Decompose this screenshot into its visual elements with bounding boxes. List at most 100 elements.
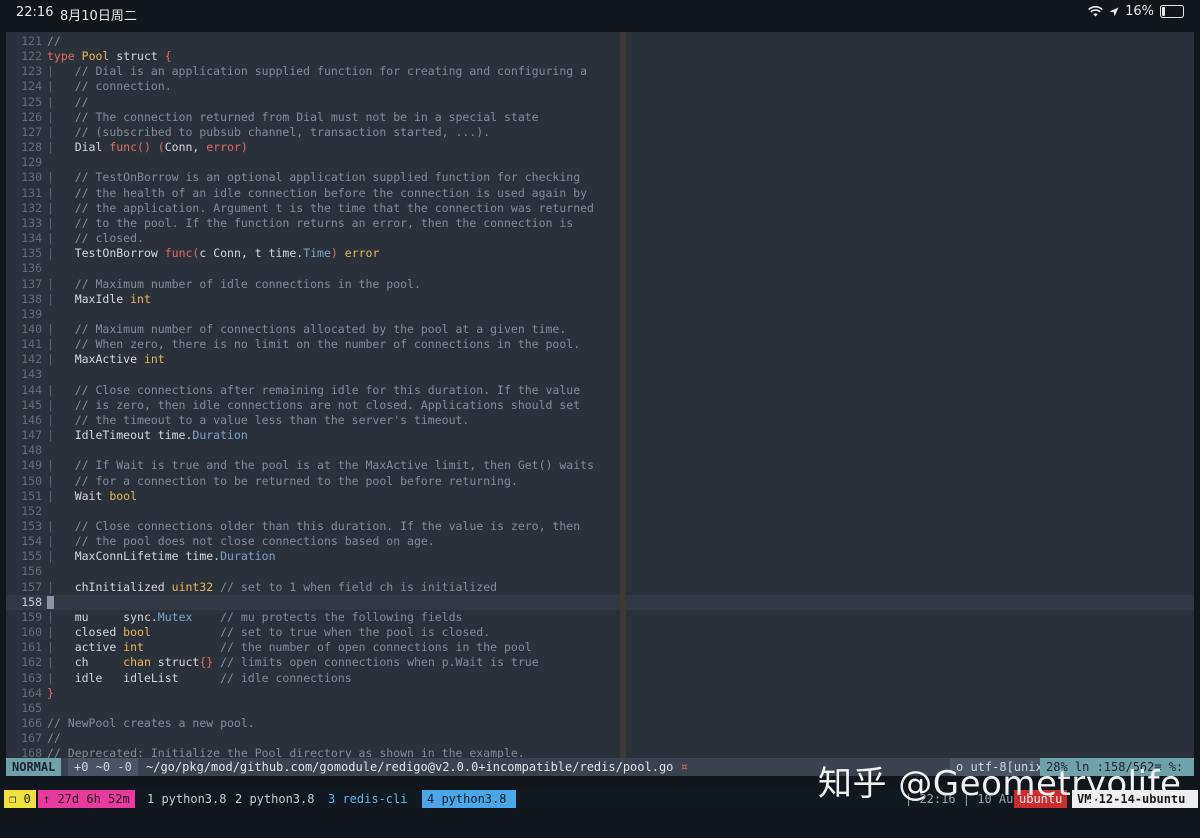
code-line[interactable]: 123 | // Dial is an application supplied …	[6, 64, 620, 79]
code-text: | // TestOnBorrow is an optional applica…	[47, 170, 580, 185]
editor-right-pane[interactable]	[626, 32, 1194, 758]
code-line[interactable]: 142 | MaxActive int	[6, 352, 620, 367]
code-line[interactable]: 148	[6, 443, 620, 458]
code-token: closed	[74, 625, 124, 640]
code-line[interactable]: 125 | //	[6, 95, 620, 110]
code-line[interactable]: 151 | Wait bool	[6, 489, 620, 504]
line-number: 154	[21, 534, 42, 549]
code-line[interactable]: 157 | chInitialized uint32 // set to 1 wh…	[6, 580, 620, 595]
code-token: ch	[74, 655, 124, 670]
code-line[interactable]: 150 | // for a connection to be returned …	[6, 474, 620, 489]
code-line[interactable]: 139	[6, 307, 620, 322]
indent-guide: |	[47, 215, 75, 230]
code-line[interactable]: 156	[6, 564, 620, 579]
code-line[interactable]: 159 | mu sync.Mutex // mu protects the fo…	[6, 610, 620, 625]
code-token: int	[143, 352, 165, 367]
indent-guide: |	[47, 185, 75, 200]
code-line[interactable]: 163 | idle idleList // idle connections	[6, 671, 620, 686]
code-token: MaxConnLifetime time.	[74, 549, 221, 564]
code-line[interactable]: 128 | Dial func() (Conn, error)	[6, 140, 620, 155]
code-line[interactable]: 138 | MaxIdle int	[6, 292, 620, 307]
code-line[interactable]: 134 | // closed.	[6, 231, 620, 246]
code-token: {	[164, 49, 172, 64]
code-line[interactable]: 145 | // is zero, then idle connections a…	[6, 398, 620, 413]
cursor-line-highlight	[626, 595, 1194, 611]
code-line[interactable]: 165	[6, 701, 620, 716]
code-token: // Maximum number of idle connections in…	[74, 276, 421, 291]
code-line[interactable]: 162 | ch chan struct{} // limits open con…	[6, 655, 620, 670]
code-line[interactable]: 153 | // Close connections older than thi…	[6, 519, 620, 534]
code-line[interactable]: 126 | // The connection returned from Dia…	[6, 110, 620, 125]
code-line[interactable]: 161 | active int // the number of open co…	[6, 640, 620, 655]
line-number: 145	[21, 397, 42, 412]
vim-mode-indicator: NORMAL	[6, 758, 62, 776]
editor-left-pane[interactable]: 121//122 type Pool struct {123 | // Dial i…	[6, 32, 620, 758]
code-token: Conn,	[164, 140, 207, 155]
code-line[interactable]: 144 | // Close connections after remainin…	[6, 383, 620, 398]
indent-guide: |	[47, 94, 75, 109]
code-line[interactable]: 132 | // the application. Argument t is t…	[6, 201, 620, 216]
code-line[interactable]: 164}	[6, 686, 620, 701]
tmux-session[interactable]: ❐ 0	[4, 790, 36, 808]
indent-guide: |	[47, 291, 75, 306]
code-line[interactable]: 131 | // the health of an idle connection…	[6, 186, 620, 201]
code-line[interactable]: 160 | closed bool // set to true when the…	[6, 625, 620, 640]
line-number: 146	[21, 412, 42, 427]
code-line[interactable]: 124 | // connection.	[6, 79, 620, 94]
tmux-window-2[interactable]: 2 python3.8	[230, 790, 319, 808]
code-line[interactable]: 141 | // When zero, there is no limit on …	[6, 337, 620, 352]
tmux-window-1[interactable]: 1 python3.8	[142, 790, 231, 808]
line-number: 143	[21, 367, 42, 382]
code-line[interactable]: 143	[6, 367, 620, 382]
line-number: 148	[21, 443, 42, 458]
tmux-window-4-active[interactable]: 4 python3.8	[422, 790, 516, 808]
code-line[interactable]: 137 | // Maximum number of idle connectio…	[6, 277, 620, 292]
code-line[interactable]: 167 //	[6, 731, 620, 746]
line-number: 162	[21, 655, 42, 670]
tmux-window-3[interactable]: 3 redis-cli	[323, 790, 412, 808]
code-line[interactable]: 168 // Deprecated: Initialize the Pool di…	[6, 746, 620, 758]
code-line[interactable]: 129	[6, 155, 620, 170]
code-text: | MaxConnLifetime time.Duration	[47, 549, 276, 564]
code-line[interactable]: 166 // NewPool creates a new pool.	[6, 716, 620, 731]
code-text: | // for a connection to be returned to …	[47, 474, 518, 489]
indent-guide: |	[47, 321, 75, 336]
code-line[interactable]: 152	[6, 504, 620, 519]
code-line[interactable]: 121 //	[6, 34, 620, 49]
modified-marker: ¤	[680, 760, 688, 774]
line-number: 121	[21, 34, 42, 48]
code-token: // set to 1 when field ch is initialized	[220, 579, 498, 594]
code-token: // the number of open connections in the…	[220, 640, 532, 655]
code-line[interactable]: 122 type Pool struct {	[6, 49, 620, 64]
code-line[interactable]: 147 | IdleTimeout time.Duration	[6, 428, 620, 443]
indent-guide: |	[47, 625, 75, 640]
indent-guide: |	[47, 200, 75, 215]
code-line-cursor[interactable]: 158	[6, 594, 620, 610]
code-line[interactable]: 127 | // (subscribed to pubsub channel, t…	[6, 125, 620, 140]
code-line[interactable]: 155 | MaxConnLifetime time.Duration	[6, 549, 620, 564]
indent-guide: |	[47, 231, 75, 246]
code-line[interactable]: 130 | // TestOnBorrow is an optional appl…	[6, 170, 620, 185]
code-token: // The connection returned from Dial mus…	[74, 109, 539, 124]
code-line[interactable]: 146 | // the timeout to a value less than…	[6, 413, 620, 428]
line-number: 123	[21, 64, 42, 79]
vim-editor[interactable]: 121//122 type Pool struct {123 | // Dial i…	[6, 32, 1194, 758]
code-line[interactable]: 135 | TestOnBorrow func(c Conn, t time.Ti…	[6, 246, 620, 261]
code-line[interactable]: 149 | // If Wait is true and the pool is …	[6, 458, 620, 473]
file-path: ~/go/pkg/mod/github.com/gomodule/redigo@…	[146, 758, 688, 776]
indent-guide: |	[47, 458, 75, 473]
code-line[interactable]: 133 | // to the pool. If the function ret…	[6, 216, 620, 231]
code-token: Pool	[81, 49, 110, 64]
code-line[interactable]: 140 | // Maximum number of connections al…	[6, 322, 620, 337]
code-line[interactable]: 136	[6, 261, 620, 276]
code-line[interactable]: 154 | // the pool does not close connecti…	[6, 534, 620, 549]
indent-guide: |	[47, 640, 75, 655]
location-arrow-icon	[1109, 7, 1119, 16]
code-token: // the timeout to a value less than the …	[74, 412, 470, 427]
code-text: | // The connection returned from Dial m…	[47, 110, 539, 125]
code-token: // Deprecated: Initialize the Pool direc…	[47, 746, 525, 758]
ios-status-icons: 16%	[1088, 4, 1184, 19]
